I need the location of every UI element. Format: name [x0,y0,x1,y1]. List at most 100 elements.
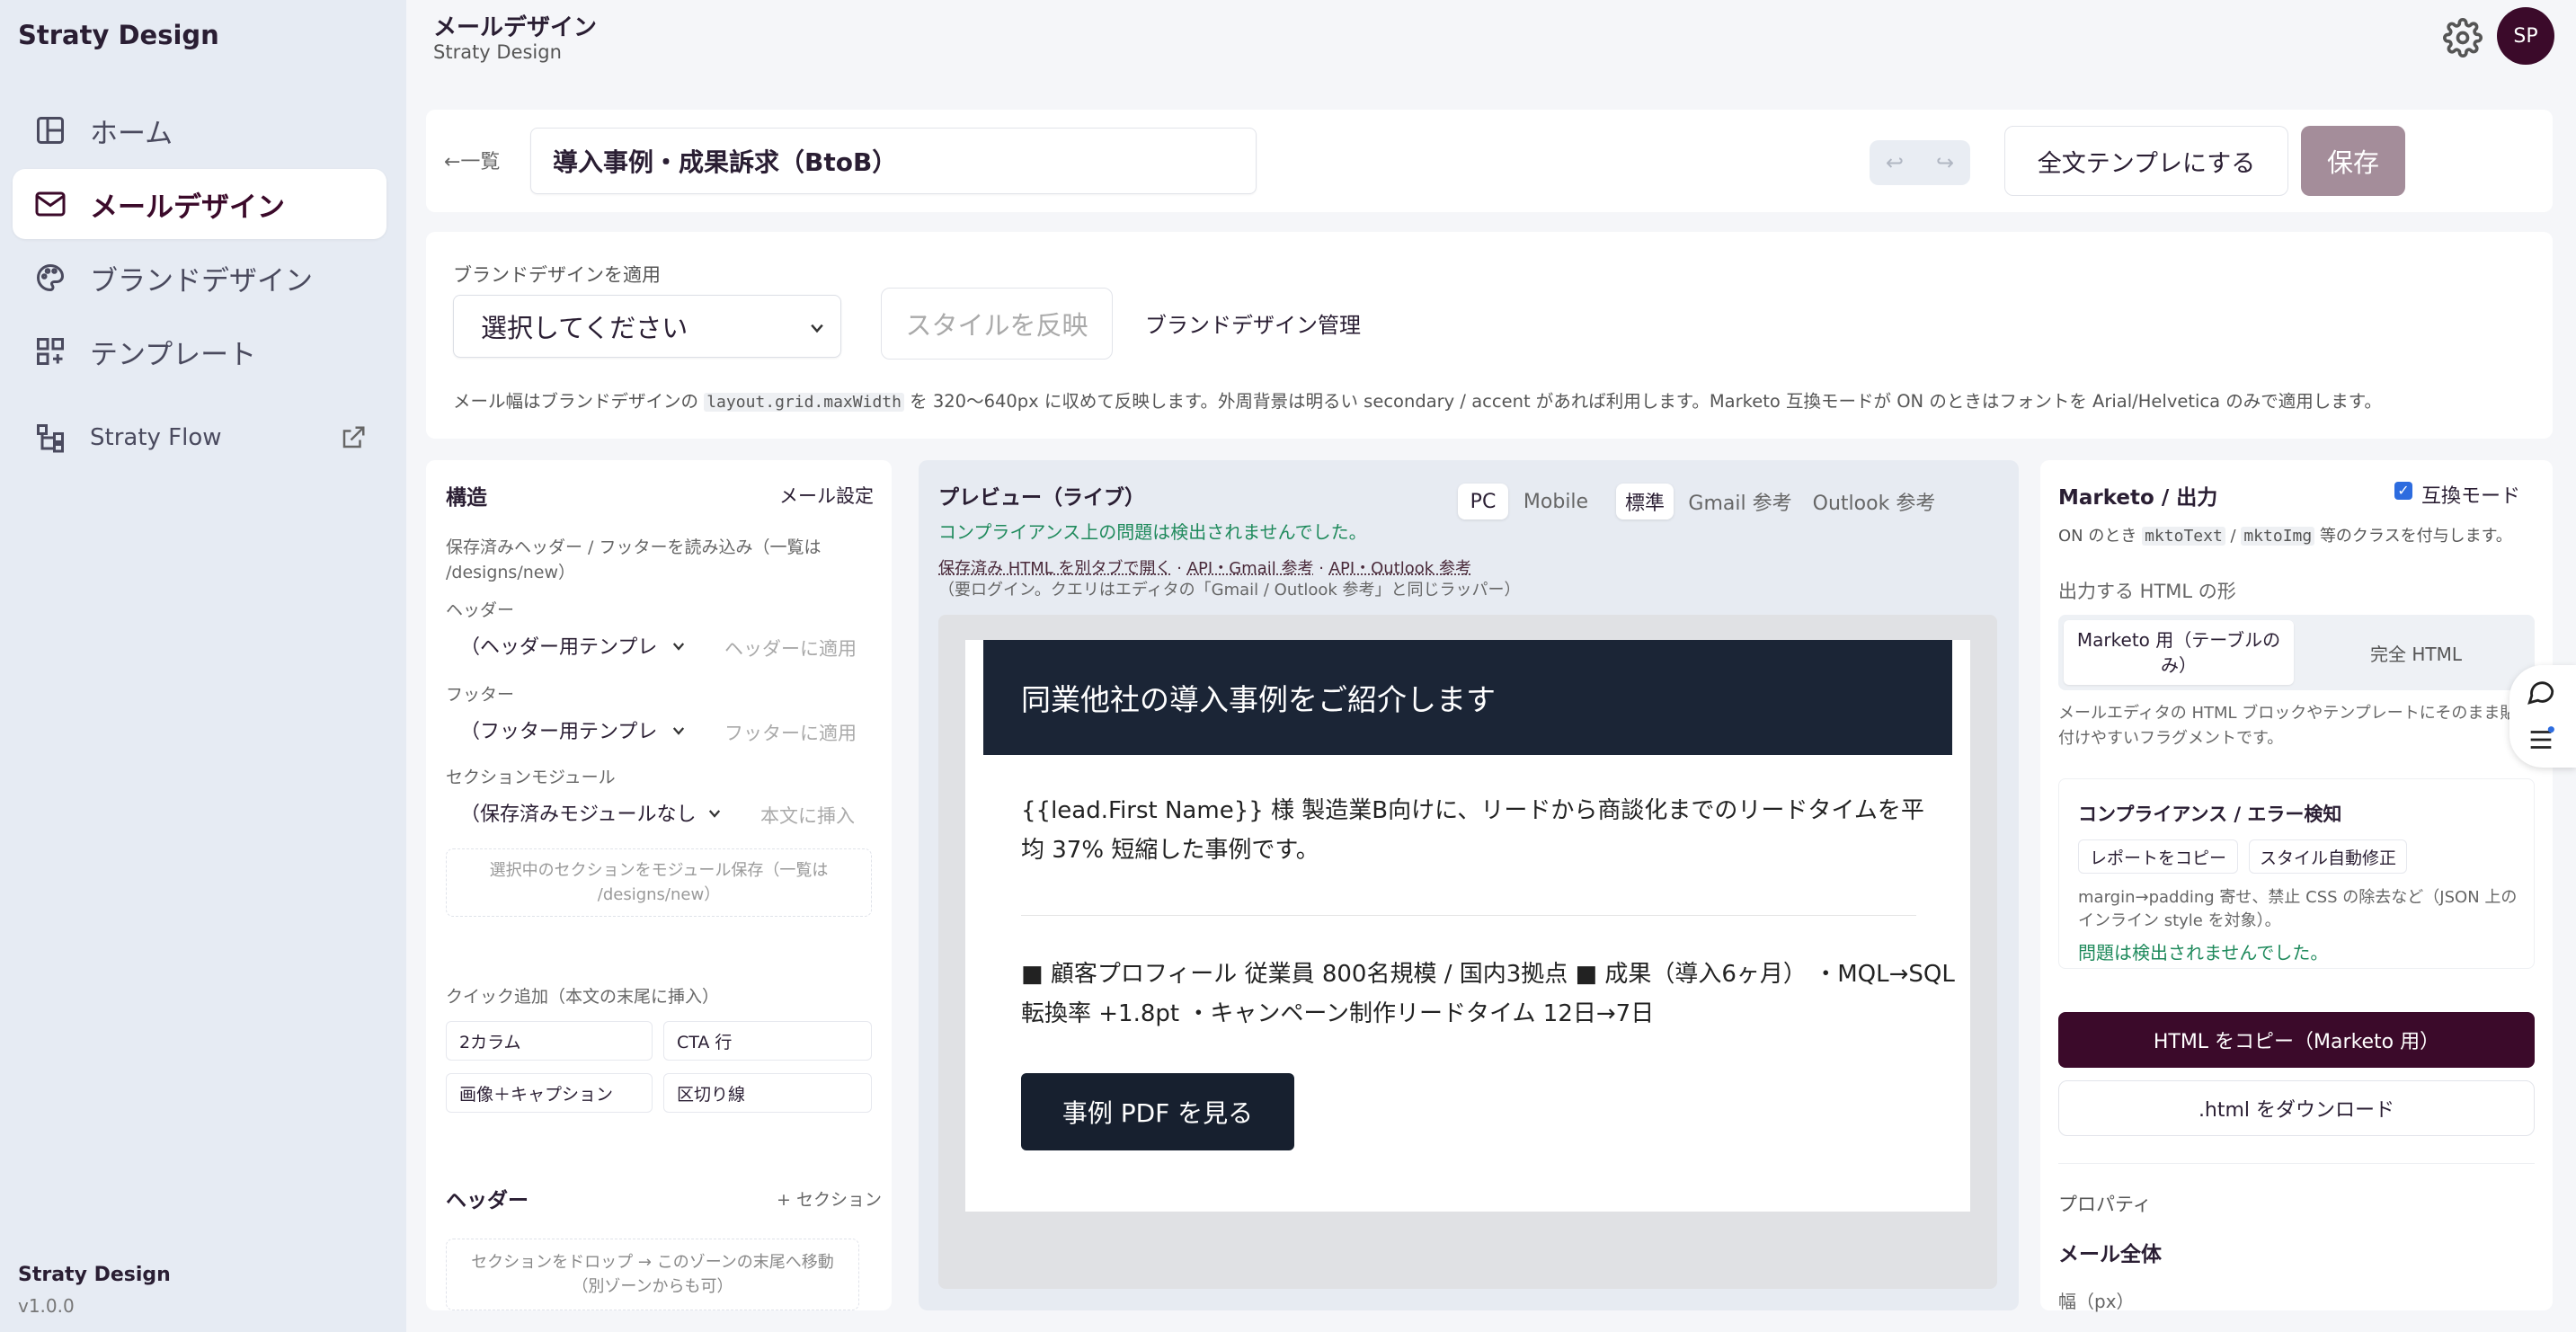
load-saved-note: 保存済みヘッダー / フッターを読み込み（一覧は /designs/new） [446,537,822,582]
separator: · [1177,559,1182,578]
external-link-icon [342,426,365,448]
sidebar-item-mail-design[interactable]: メールデザイン [13,169,386,239]
sidebar-item-home[interactable]: ホーム [13,95,386,165]
header-label: ヘッダー [446,600,515,620]
footer-template-select[interactable]: （フッター用テンプレ [460,710,692,750]
sidebar-item-label: ブランドデザイン [90,264,313,297]
add-section-button[interactable]: + セクション [777,1186,882,1211]
tab-outlook-ref[interactable]: Outlook 参考 [1807,484,1941,519]
select-value: （保存済みモジュールなし [460,804,697,826]
preview-title: プレビュー（ライブ） [938,486,1145,510]
mail-cta-button[interactable]: 事例 PDF を見る [1021,1073,1294,1150]
header-dropzone[interactable]: セクションをドロップ → このゾーンの末尾へ移動（別ゾーンからも可） [446,1239,859,1310]
sidebar-item-template[interactable]: テンプレート [13,316,386,386]
quick-add-cta-button[interactable]: CTA 行 [663,1021,872,1061]
sidebar-footer: Straty Design v1.0.0 [18,1264,171,1317]
width-field-label: 幅（px） [2058,1291,2135,1312]
brand-design-manage-link[interactable]: ブランドデザイン管理 [1145,307,1361,339]
save-button[interactable]: 保存 [2301,126,2405,196]
back-link[interactable]: ←一覧 [444,146,500,174]
tab-mobile[interactable]: Mobile [1515,484,1596,519]
select-value: 選択してください [481,313,688,343]
auto-fix-style-button[interactable]: スタイル自動修正 [2249,839,2407,874]
design-topbar: ←一覧 導入事例・成果訴求（BtoB） ↩ ↪ 全文テンプレにする 保存 [426,110,2553,212]
design-title-input[interactable]: 導入事例・成果訴求（BtoB） [530,128,1257,194]
tab-standard[interactable]: 標準 [1616,484,1674,519]
sidebar-item-label: Straty Flow [90,424,222,451]
main-area: メールデザイン Straty Design SP ←一覧 導入事例・成果訴求（B… [406,0,2576,1332]
structure-title: 構造 [446,486,487,510]
quick-add-label: クイック追加（本文の末尾に挿入） [446,987,720,1007]
brand-design-note: メール幅はブランドデザインの layout.grid.maxWidth を 32… [453,391,2382,412]
sidebar-item-straty-flow[interactable]: Straty Flow [13,403,386,473]
quick-add-2col-button[interactable]: 2カラム [446,1021,653,1061]
brand-design-bar: ブランドデザインを適用 選択してください スタイルを反映 ブランドデザイン管理 … [426,232,2553,439]
download-html-button[interactable]: .html をダウンロード [2058,1080,2535,1136]
login-note: （要ログイン。クエリはエディタの「Gmail / Outlook 参考」と同じラ… [938,581,1521,599]
select-value: （フッター用テンプレ [460,721,658,743]
quick-add-divider-button[interactable]: 区切り線 [663,1073,872,1113]
compat-mode-checkbox[interactable]: ✓ [2394,482,2412,500]
chevron-down-icon [811,324,823,333]
copy-report-button[interactable]: レポートをコピー [2078,839,2238,874]
chevron-down-icon [672,727,685,735]
save-module-button[interactable]: 選択中のセクションをモジュール保存（一覧は /designs/new） [446,848,872,917]
footer-apply-button[interactable]: フッターに適用 [724,719,857,746]
open-saved-html-link[interactable]: 保存済み HTML を別タブで開く [938,559,1172,578]
floating-chat-tools [2509,665,2576,768]
list-menu-icon[interactable] [2526,724,2556,755]
palette-icon [37,263,65,292]
sidebar-item-brand-design[interactable]: ブランドデザイン [13,243,386,313]
mail-divider [1021,915,1916,916]
header-apply-button[interactable]: ヘッダーに適用 [724,635,857,662]
module-select[interactable]: （保存済みモジュールなし [460,793,728,832]
page-subtitle: Straty Design [433,41,562,63]
properties-section-title: メール全体 [2058,1243,2162,1266]
chevron-down-icon [672,643,685,651]
tab-gmail-ref[interactable]: Gmail 参考 [1684,484,1796,519]
chat-bubble-icon[interactable] [2526,676,2556,706]
tab-pc[interactable]: PC [1458,484,1508,519]
compliance-title: コンプライアンス / エラー検知 [2078,804,2342,825]
avatar[interactable]: SP [2497,7,2554,65]
api-gmail-link[interactable]: API・Gmail 参考 [1187,559,1314,578]
output-panel: Marketo / 出力 ✓ 互換モード ON のとき mktoText / m… [2040,460,2553,1312]
compat-note: ON のとき mktoText / mktoImg 等のクラスを付与します。 [2058,527,2512,546]
compliance-note: margin→padding 寄せ、禁止 CSS の除去など（JSON 上のイン… [2078,888,2518,931]
api-outlook-link[interactable]: API・Outlook 参考 [1329,559,1471,578]
output-title: Marketo / 出力 [2058,486,2218,510]
undo-redo-group: ↩ ↪ [1870,140,1970,185]
header-zone-title: ヘッダー [446,1189,529,1212]
quick-add-image-caption-button[interactable]: 画像＋キャプション [446,1073,653,1113]
brand-design-select[interactable]: 選択してください [453,295,841,358]
footer-app-name: Straty Design [18,1264,171,1286]
template-grid-icon [37,338,64,365]
mail-case-body[interactable]: ■ 顧客プロフィール 従業員 800名規模 / 国内3拠点 ■ 成果（導入6ヶ月… [1021,955,1955,1034]
properties-label: プロパティ [2058,1194,2152,1215]
make-template-button[interactable]: 全文テンプレにする [2004,126,2288,196]
flow-icon [37,424,64,453]
home-layout-icon [37,117,64,144]
sidebar: Straty Design ホーム メールデザイン ブランドデザイン テンプレー… [0,0,406,1332]
redo-icon[interactable]: ↪ [1936,150,1954,175]
shape-full-html-option[interactable]: 完全 HTML [2301,620,2531,685]
undo-icon[interactable]: ↩ [1886,150,1904,175]
sidebar-brand[interactable]: Straty Design [18,20,219,50]
footer-version: v1.0.0 [18,1295,75,1317]
header-template-select[interactable]: （ヘッダー用テンプレ [460,626,692,665]
footer-label: フッター [446,685,515,705]
mail-intro[interactable]: {{lead.First Name}} 様 製造業B向けに、リードから商談化まで… [1021,791,1924,870]
mail-settings-link[interactable]: メール設定 [779,482,874,509]
compat-mode-label: 互換モード [2421,485,2521,508]
apply-style-button[interactable]: スタイルを反映 [881,288,1113,360]
preview-compliance-ok: コンプライアンス上の問題は検出されませんでした。 [938,521,1367,543]
copy-html-button[interactable]: HTML をコピー（Marketo 用） [2058,1012,2535,1068]
gear-icon[interactable] [2443,18,2483,58]
shape-marketo-option[interactable]: Marketo 用（テーブルのみ） [2064,620,2294,685]
page-title: メールデザイン [433,14,598,41]
module-insert-button[interactable]: 本文に挿入 [760,802,855,829]
separator: · [1319,559,1324,578]
mail-heading[interactable]: 同業他社の導入事例をご紹介します [983,640,1952,755]
select-value: （ヘッダー用テンプレ [460,636,658,659]
html-shape-label: 出力する HTML の形 [2058,581,2236,602]
